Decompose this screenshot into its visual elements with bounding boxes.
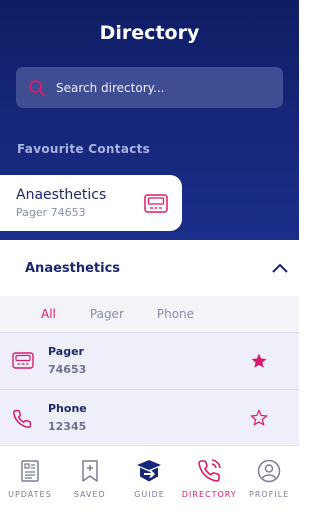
profile-icon (257, 459, 281, 483)
bottom-tab-bar: UPDATES SAVED GUIDE DIRECTORY PROFILE (0, 445, 299, 512)
favourite-contact-card[interactable]: Anaesthetics Pager 74653 (0, 175, 182, 231)
chevron-up-icon[interactable] (271, 262, 289, 274)
filter-tab-phone[interactable]: Phone (157, 307, 194, 321)
filter-bar: All Pager Phone (0, 296, 299, 332)
phone-call-icon (198, 459, 222, 482)
contact-accordion-header[interactable]: Anaesthetics (0, 240, 299, 296)
tab-saved[interactable]: SAVED (60, 446, 120, 512)
phone-icon (13, 409, 32, 428)
guide-icon (137, 460, 162, 482)
tab-guide[interactable]: GUIDE (120, 446, 180, 512)
favourites-heading: Favourite Contacts (17, 142, 151, 156)
tab-updates[interactable]: UPDATES (0, 446, 60, 512)
contact-number: 12345 (48, 420, 87, 433)
newspaper-icon (21, 460, 39, 482)
filter-tab-all[interactable]: All (41, 307, 56, 321)
contact-row-phone[interactable]: Phone 12345 (0, 389, 299, 446)
star-outline-icon[interactable] (250, 409, 268, 427)
tab-label: GUIDE (134, 490, 165, 499)
contact-title: Anaesthetics (25, 260, 121, 276)
tab-label: SAVED (73, 490, 106, 499)
contact-type-label: Phone (48, 402, 87, 415)
tab-label: PROFILE (249, 490, 290, 499)
contact-number: 74653 (48, 363, 87, 376)
star-filled-icon[interactable] (250, 352, 268, 370)
contact-detail-panel: Anaesthetics All Pager Phone Pager 74653… (0, 240, 299, 446)
bookmark-icon (81, 460, 98, 482)
contact-row-pager[interactable]: Pager 74653 (0, 332, 299, 389)
tab-label: DIRECTORY (181, 490, 237, 499)
tab-label: UPDATES (8, 490, 52, 499)
tab-directory[interactable]: DIRECTORY (179, 446, 239, 512)
tab-profile[interactable]: PROFILE (239, 446, 299, 512)
page-title: Directory (99, 22, 200, 44)
search-input[interactable] (56, 80, 266, 95)
search-icon (29, 79, 45, 96)
pager-icon (12, 352, 34, 369)
filter-tab-pager[interactable]: Pager (90, 307, 124, 321)
pager-icon (144, 194, 168, 213)
search-bar[interactable] (16, 67, 283, 108)
contact-type-label: Pager (48, 345, 84, 358)
